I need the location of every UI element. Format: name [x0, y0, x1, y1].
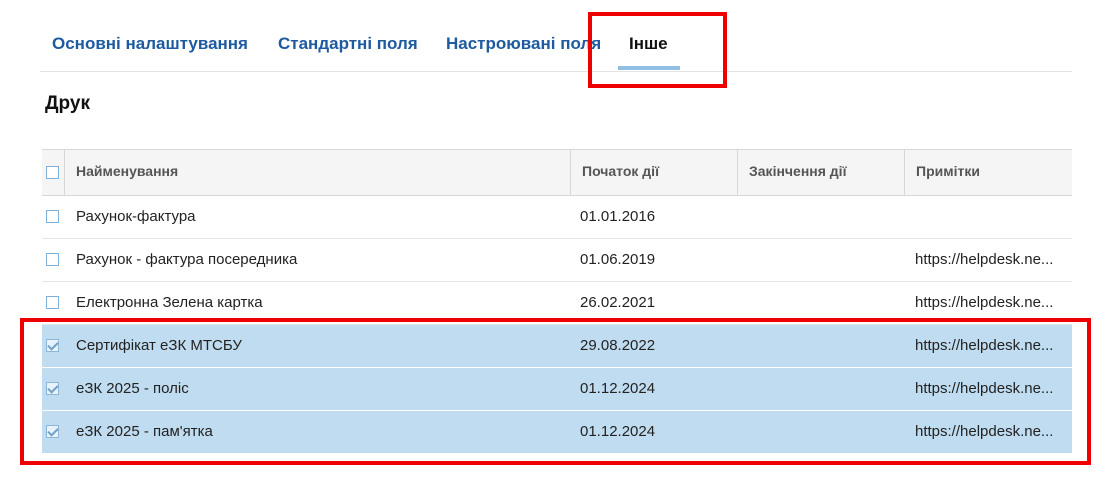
cell-end-date	[747, 368, 897, 410]
table-row[interactable]: еЗК 2025 - поліс 01.12.2024 https://helpde…	[42, 368, 1072, 411]
table-row[interactable]: Сертифікат еЗК МТСБУ 29.08.2022 https://he…	[42, 325, 1072, 368]
cell-name: Рахунок - фактура посередника	[76, 251, 298, 268]
table-row[interactable]: Рахунок - фактура посередника 01.06.2019 h…	[42, 239, 1072, 282]
column-header-start[interactable]: Початок дії	[570, 150, 737, 195]
table-row[interactable]: Електронна Зелена картка 26.02.2021 https:…	[42, 282, 1072, 325]
tab-standard-fields[interactable]: Стандартні поля	[278, 34, 418, 54]
row-checkbox[interactable]	[46, 296, 59, 309]
tab-bar: Основні налаштування Стандартні поля Нас…	[40, 0, 1072, 72]
table-body: Рахунок-фактура 01.01.2016 Рахунок - факту…	[42, 196, 1072, 454]
select-all-checkbox[interactable]	[46, 166, 59, 179]
table-header: Найменування Початок дії Закінчення дії …	[42, 149, 1072, 196]
cell-start-date: 29.08.2022	[580, 337, 656, 354]
print-forms-table: Найменування Початок дії Закінчення дії …	[42, 149, 1072, 454]
row-checkbox[interactable]	[46, 339, 59, 352]
cell-name: Рахунок-фактура	[76, 208, 196, 225]
table-row[interactable]: Рахунок-фактура 01.01.2016	[42, 196, 1072, 239]
cell-notes: https://helpdesk.ne...	[915, 423, 1054, 440]
cell-end-date	[747, 282, 897, 324]
column-header-end[interactable]: Закінчення дії	[737, 150, 904, 195]
cell-notes: https://helpdesk.ne...	[915, 337, 1054, 354]
cell-start-date: 01.12.2024	[580, 380, 656, 397]
cell-end-date	[747, 196, 897, 238]
cell-end-date	[747, 325, 897, 367]
cell-start-date: 01.01.2016	[580, 208, 656, 225]
cell-notes: https://helpdesk.ne...	[915, 251, 1054, 268]
table-row[interactable]: еЗК 2025 - пам'ятка 01.12.2024 https://hel…	[42, 411, 1072, 454]
column-header-notes[interactable]: Примітки	[904, 150, 1072, 195]
cell-name: еЗК 2025 - поліс	[76, 380, 189, 397]
tab-main-settings[interactable]: Основні налаштування	[52, 34, 248, 54]
active-tab-indicator	[618, 66, 680, 70]
tab-custom-fields[interactable]: Настроювані поля	[446, 34, 601, 54]
cell-notes: https://helpdesk.ne...	[915, 380, 1054, 397]
cell-start-date: 26.02.2021	[580, 294, 656, 311]
cell-end-date	[747, 239, 897, 281]
cell-name: Сертифікат еЗК МТСБУ	[76, 337, 242, 354]
cell-start-date: 01.12.2024	[580, 423, 656, 440]
row-checkbox[interactable]	[46, 253, 59, 266]
column-header-name[interactable]: Найменування	[64, 150, 570, 195]
cell-notes	[915, 196, 1065, 238]
cell-end-date	[747, 411, 897, 453]
cell-name: Електронна Зелена картка	[76, 294, 263, 311]
cell-name: еЗК 2025 - пам'ятка	[76, 423, 213, 440]
row-checkbox[interactable]	[46, 382, 59, 395]
tab-other[interactable]: Інше	[629, 34, 668, 54]
cell-start-date: 01.06.2019	[580, 251, 656, 268]
row-checkbox[interactable]	[46, 210, 59, 223]
cell-notes: https://helpdesk.ne...	[915, 294, 1054, 311]
row-checkbox[interactable]	[46, 425, 59, 438]
section-title: Друк	[45, 93, 90, 114]
